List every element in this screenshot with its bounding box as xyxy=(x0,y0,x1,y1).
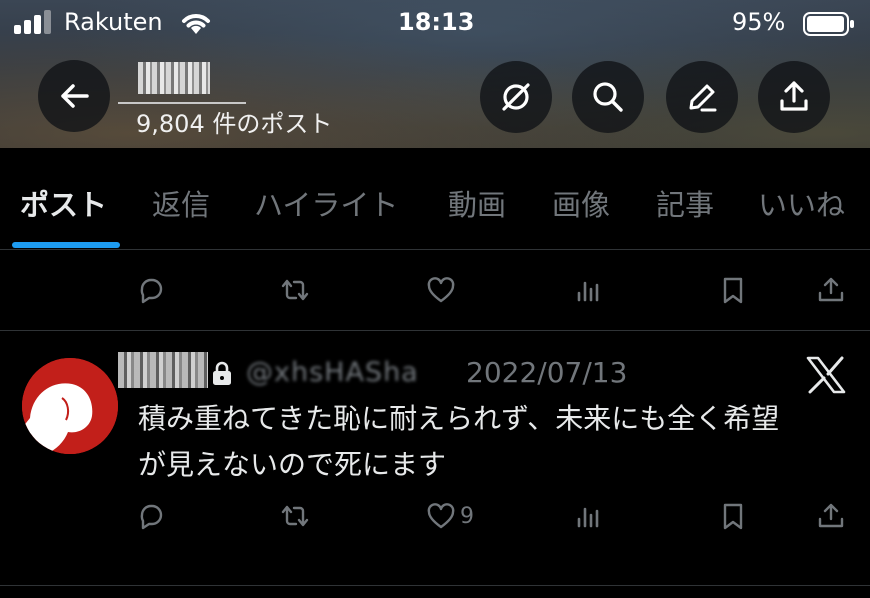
reply-icon xyxy=(140,504,163,530)
heart-icon xyxy=(427,277,455,303)
tab-highlights[interactable]: ハイライト xyxy=(254,182,398,224)
tab-likes[interactable]: いいね xyxy=(758,182,845,224)
heart-icon xyxy=(427,503,455,529)
wifi-icon xyxy=(182,14,210,34)
bookmark-icon xyxy=(723,503,743,530)
bookmark-button[interactable] xyxy=(718,496,748,536)
carrier-name: Rakuten xyxy=(64,8,163,36)
reply-icon xyxy=(140,278,163,304)
repost-icon xyxy=(281,505,309,527)
tweet-text-line: 積み重ねてきた恥に耐えられず、未来にも全く希望 xyxy=(138,402,780,435)
clock: 18:13 xyxy=(398,8,475,36)
active-tab-indicator xyxy=(12,242,120,248)
user-handle[interactable]: @xhsHASha xyxy=(246,357,419,388)
reply-button[interactable] xyxy=(136,496,166,536)
avatar-image xyxy=(22,358,118,454)
arrow-left-icon xyxy=(61,84,89,108)
back-button[interactable] xyxy=(38,60,110,132)
share-button[interactable] xyxy=(758,61,830,133)
repost-button[interactable] xyxy=(280,496,310,536)
signal-icon xyxy=(14,10,54,34)
search-icon xyxy=(593,82,623,112)
edit-button[interactable] xyxy=(666,61,738,133)
views-button[interactable] xyxy=(574,270,604,310)
reply-button[interactable] xyxy=(136,270,166,310)
x-logo-icon xyxy=(806,356,846,394)
bookmark-button[interactable] xyxy=(718,270,748,310)
tweet-divider xyxy=(0,330,870,331)
previous-tweet-actions xyxy=(0,270,870,310)
translate-button[interactable] xyxy=(480,61,552,133)
like-button[interactable] xyxy=(426,270,456,310)
views-button[interactable] xyxy=(574,496,604,536)
post-count: 9,804 件のポスト xyxy=(136,110,333,138)
tab-articles[interactable]: 記事 xyxy=(656,182,714,224)
tweet-date[interactable]: 2022/07/13 xyxy=(466,356,627,389)
like-count: 9 xyxy=(460,503,474,529)
repost-icon xyxy=(281,279,309,301)
share-icon xyxy=(818,503,844,528)
profile-screen: Rakuten 18:13 95% 9,804 件のポスト ポスト 返信 ハイラ… xyxy=(0,0,870,598)
tweet-text-line: が見えないので死にます xyxy=(138,448,447,481)
repost-button[interactable] xyxy=(280,270,310,310)
share-tweet-button[interactable] xyxy=(816,270,846,310)
profile-name-redacted xyxy=(138,62,210,94)
pencil-icon xyxy=(689,84,717,112)
share-icon xyxy=(818,277,844,302)
tab-posts[interactable]: ポスト xyxy=(20,182,107,224)
like-button[interactable]: 9 xyxy=(426,496,474,536)
share-icon xyxy=(780,81,808,111)
share-tweet-button[interactable] xyxy=(816,496,846,536)
display-name-redacted[interactable] xyxy=(118,352,208,388)
lock-icon xyxy=(213,361,231,385)
bookmark-icon xyxy=(723,277,743,304)
battery-percentage: 95% xyxy=(732,8,786,36)
bar-chart-icon xyxy=(577,507,599,528)
bar-chart-icon xyxy=(577,281,599,302)
profile-header: Rakuten 18:13 95% 9,804 件のポスト xyxy=(0,0,870,148)
tab-replies[interactable]: 返信 xyxy=(152,182,210,224)
tweet-text: 積み重ねてきた恥に耐えられず、未来にも全く希望 が見えないので死にます xyxy=(138,396,858,488)
avatar[interactable] xyxy=(22,358,118,454)
globe-off-icon xyxy=(502,83,530,111)
profile-tabs: ポスト 返信 ハイライト 動画 画像 記事 いいね xyxy=(0,148,870,250)
tab-videos[interactable]: 動画 xyxy=(448,182,506,224)
tab-images[interactable]: 画像 xyxy=(552,182,610,224)
battery-icon xyxy=(803,12,854,36)
tweet-divider xyxy=(0,585,870,586)
search-button[interactable] xyxy=(572,61,644,133)
tweet-actions: 9 xyxy=(0,496,870,536)
